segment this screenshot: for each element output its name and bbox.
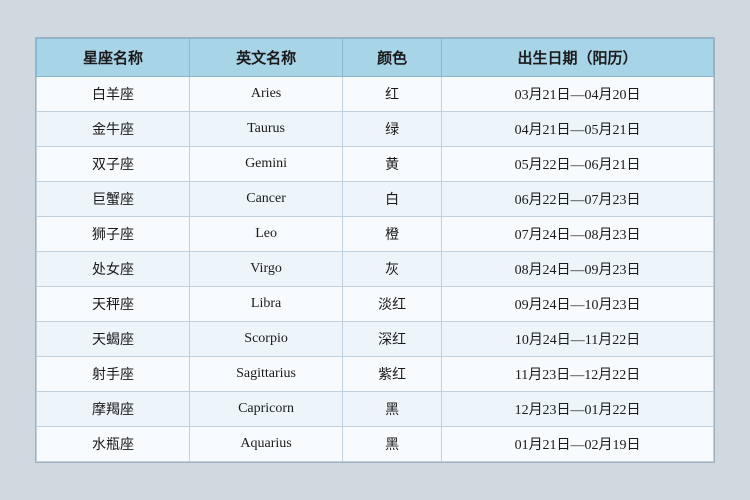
table-row: 双子座Gemini黄05月22日—06月21日 — [37, 147, 714, 182]
table-row: 水瓶座Aquarius黑01月21日—02月19日 — [37, 427, 714, 462]
cell-chinese-name: 水瓶座 — [37, 427, 190, 462]
cell-dates: 04月21日—05月21日 — [442, 112, 714, 147]
header-color: 颜色 — [343, 39, 442, 77]
cell-color: 紫红 — [343, 357, 442, 392]
cell-dates: 01月21日—02月19日 — [442, 427, 714, 462]
table-row: 处女座Virgo灰08月24日—09月23日 — [37, 252, 714, 287]
cell-chinese-name: 巨蟹座 — [37, 182, 190, 217]
cell-english-name: Scorpio — [190, 322, 343, 357]
table-row: 天蝎座Scorpio深红10月24日—11月22日 — [37, 322, 714, 357]
table-row: 射手座Sagittarius紫红11月23日—12月22日 — [37, 357, 714, 392]
cell-dates: 08月24日—09月23日 — [442, 252, 714, 287]
cell-color: 绿 — [343, 112, 442, 147]
table-row: 狮子座Leo橙07月24日—08月23日 — [37, 217, 714, 252]
cell-dates: 05月22日—06月21日 — [442, 147, 714, 182]
cell-chinese-name: 白羊座 — [37, 77, 190, 112]
cell-english-name: Gemini — [190, 147, 343, 182]
table-row: 天秤座Libra淡红09月24日—10月23日 — [37, 287, 714, 322]
zodiac-table-container: 星座名称 英文名称 颜色 出生日期（阳历） 白羊座Aries红03月21日—04… — [35, 37, 715, 463]
cell-english-name: Cancer — [190, 182, 343, 217]
cell-color: 黄 — [343, 147, 442, 182]
table-row: 巨蟹座Cancer白06月22日—07月23日 — [37, 182, 714, 217]
table-body: 白羊座Aries红03月21日—04月20日金牛座Taurus绿04月21日—0… — [37, 77, 714, 462]
cell-dates: 07月24日—08月23日 — [442, 217, 714, 252]
cell-chinese-name: 摩羯座 — [37, 392, 190, 427]
header-chinese-name: 星座名称 — [37, 39, 190, 77]
cell-color: 灰 — [343, 252, 442, 287]
cell-color: 黑 — [343, 392, 442, 427]
cell-color: 黑 — [343, 427, 442, 462]
header-dates: 出生日期（阳历） — [442, 39, 714, 77]
cell-color: 橙 — [343, 217, 442, 252]
cell-chinese-name: 金牛座 — [37, 112, 190, 147]
cell-dates: 11月23日—12月22日 — [442, 357, 714, 392]
cell-color: 白 — [343, 182, 442, 217]
cell-chinese-name: 射手座 — [37, 357, 190, 392]
cell-english-name: Libra — [190, 287, 343, 322]
cell-english-name: Aquarius — [190, 427, 343, 462]
cell-dates: 12月23日—01月22日 — [442, 392, 714, 427]
cell-english-name: Sagittarius — [190, 357, 343, 392]
cell-english-name: Virgo — [190, 252, 343, 287]
table-header-row: 星座名称 英文名称 颜色 出生日期（阳历） — [37, 39, 714, 77]
cell-english-name: Capricorn — [190, 392, 343, 427]
zodiac-table: 星座名称 英文名称 颜色 出生日期（阳历） 白羊座Aries红03月21日—04… — [36, 38, 714, 462]
cell-color: 深红 — [343, 322, 442, 357]
cell-color: 红 — [343, 77, 442, 112]
cell-chinese-name: 处女座 — [37, 252, 190, 287]
cell-chinese-name: 双子座 — [37, 147, 190, 182]
cell-chinese-name: 天秤座 — [37, 287, 190, 322]
cell-english-name: Aries — [190, 77, 343, 112]
cell-dates: 10月24日—11月22日 — [442, 322, 714, 357]
table-row: 摩羯座Capricorn黑12月23日—01月22日 — [37, 392, 714, 427]
cell-dates: 03月21日—04月20日 — [442, 77, 714, 112]
cell-english-name: Taurus — [190, 112, 343, 147]
cell-color: 淡红 — [343, 287, 442, 322]
table-row: 白羊座Aries红03月21日—04月20日 — [37, 77, 714, 112]
cell-chinese-name: 天蝎座 — [37, 322, 190, 357]
cell-chinese-name: 狮子座 — [37, 217, 190, 252]
table-row: 金牛座Taurus绿04月21日—05月21日 — [37, 112, 714, 147]
cell-english-name: Leo — [190, 217, 343, 252]
header-english-name: 英文名称 — [190, 39, 343, 77]
cell-dates: 06月22日—07月23日 — [442, 182, 714, 217]
cell-dates: 09月24日—10月23日 — [442, 287, 714, 322]
